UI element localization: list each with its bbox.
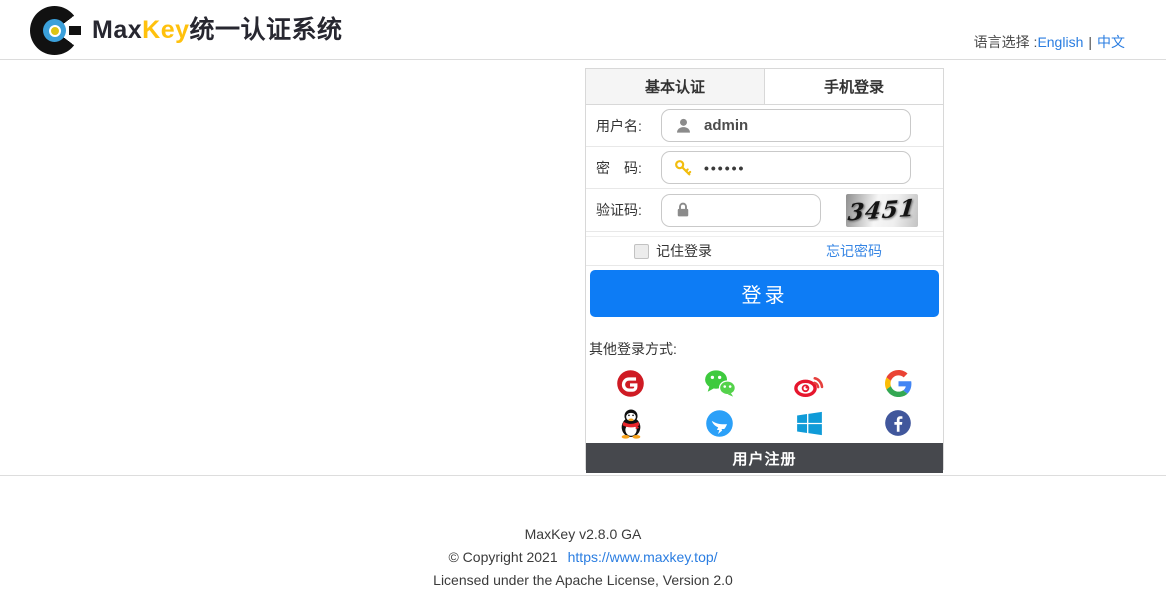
social-login-facebook[interactable] [854, 403, 943, 443]
footer-version: MaxKey v2.8.0 GA [0, 526, 1166, 542]
password-input[interactable]: •••••• [661, 151, 911, 184]
tab-mobile-login[interactable]: 手机登录 [764, 69, 943, 104]
social-login-weibo[interactable] [765, 363, 854, 403]
username-value: admin [704, 117, 748, 134]
user-icon [673, 116, 693, 136]
qq-icon [617, 407, 645, 439]
facebook-icon [884, 409, 912, 437]
social-login-dingtalk[interactable] [675, 403, 764, 443]
forgot-password-link[interactable]: 忘记密码 [826, 241, 882, 261]
footer: MaxKey v2.8.0 GA © Copyright 2021 https:/… [0, 475, 1166, 614]
gitee-icon [616, 369, 645, 398]
footer-link[interactable]: https://www.maxkey.top/ [568, 549, 718, 565]
social-login-google[interactable] [854, 363, 943, 403]
maxkey-logo-icon [30, 6, 79, 55]
password-row: 密 码: •••••• [586, 147, 943, 189]
language-selector: 语言选择 :English|中文 [974, 32, 1125, 52]
key-icon [673, 158, 693, 178]
page-title: MaxKey统一认证系统 [92, 0, 343, 60]
footer-license: Licensed under the Apache License, Versi… [0, 572, 1166, 588]
captcha-text: 3451 [847, 194, 918, 226]
username-input[interactable]: admin [661, 109, 911, 142]
password-label: 密 码: [596, 158, 661, 178]
social-login-qq[interactable] [586, 403, 675, 443]
language-link-chinese[interactable]: 中文 [1097, 34, 1125, 50]
remember-row: 记住登录 忘记密码 [586, 236, 943, 266]
dingtalk-icon [705, 409, 734, 438]
captcha-row: 验证码: 3451 [586, 189, 943, 232]
captcha-input[interactable] [661, 194, 821, 227]
register-button[interactable]: 用户注册 [586, 443, 943, 473]
captcha-label: 验证码: [596, 200, 661, 220]
social-login-wechat[interactable] [675, 363, 764, 403]
weibo-icon [793, 369, 825, 397]
tab-basic-auth[interactable]: 基本认证 [586, 69, 764, 104]
captcha-image[interactable]: 3451 [846, 194, 918, 227]
username-label: 用户名: [596, 116, 661, 136]
google-icon [885, 370, 912, 397]
wechat-icon [704, 369, 736, 397]
login-button[interactable]: 登录 [590, 270, 939, 317]
social-login-grid [586, 363, 943, 443]
language-label: 语言选择 : [974, 34, 1038, 50]
footer-copyright: © Copyright 2021 [448, 549, 557, 565]
windows-icon [796, 410, 823, 437]
login-page: MaxKey统一认证系统 语言选择 :English|中文 基本认证 手机登录 … [0, 0, 1166, 614]
other-methods-label: 其他登录方式: [589, 339, 943, 359]
remember-checkbox[interactable] [634, 244, 649, 259]
login-tabs: 基本认证 手机登录 [586, 69, 943, 105]
login-panel: 基本认证 手机登录 用户名: admin 密 码: •••••• [585, 68, 944, 470]
remember-label: 记住登录 [656, 241, 712, 261]
username-row: 用户名: admin [586, 105, 943, 147]
lock-icon [673, 200, 693, 220]
password-value: •••••• [704, 160, 745, 176]
social-login-gitee[interactable] [586, 363, 675, 403]
header: MaxKey统一认证系统 语言选择 :English|中文 [0, 0, 1166, 60]
footer-copyright-line: © Copyright 2021 https://www.maxkey.top/ [0, 549, 1166, 565]
language-link-english[interactable]: English [1037, 34, 1083, 50]
social-login-windows[interactable] [765, 403, 854, 443]
